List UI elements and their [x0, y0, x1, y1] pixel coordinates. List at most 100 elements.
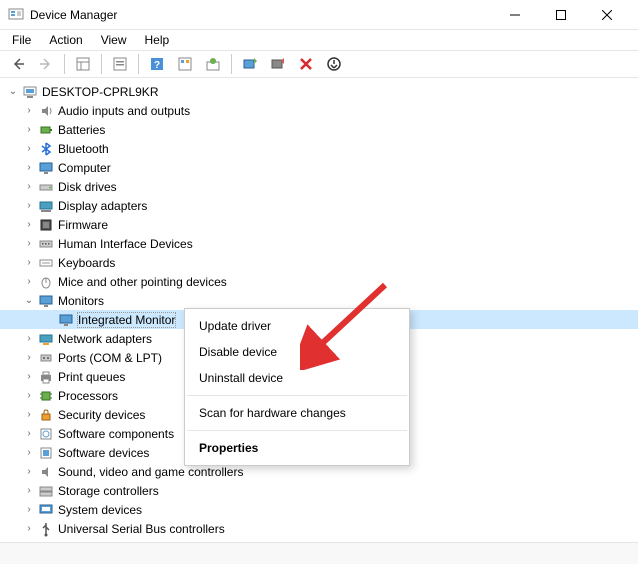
expand-icon[interactable]: ›: [22, 180, 36, 194]
expand-icon[interactable]: ›: [22, 446, 36, 460]
tree-label: Bluetooth: [58, 142, 109, 156]
help-button[interactable]: ?: [145, 52, 169, 76]
expand-icon[interactable]: ›: [22, 389, 36, 403]
tree-label: Monitors: [58, 294, 104, 308]
tree-firmware[interactable]: › Firmware: [0, 215, 638, 234]
mouse-icon: [38, 274, 54, 290]
ctx-separator: [187, 430, 407, 431]
window-controls: [492, 0, 630, 30]
collapse-icon[interactable]: ⌄: [22, 294, 36, 308]
expand-icon[interactable]: ›: [22, 522, 36, 536]
tree-label: Mice and other pointing devices: [58, 275, 227, 289]
tree-bluetooth[interactable]: › Bluetooth: [0, 139, 638, 158]
ctx-update-driver[interactable]: Update driver: [185, 313, 409, 339]
scan-button[interactable]: [173, 52, 197, 76]
expand-icon[interactable]: ›: [22, 465, 36, 479]
tree-label: Sound, video and game controllers: [58, 465, 243, 479]
update-driver-button[interactable]: [201, 52, 225, 76]
close-button[interactable]: [584, 0, 630, 30]
expand-icon[interactable]: ›: [22, 123, 36, 137]
ctx-scan-hardware[interactable]: Scan for hardware changes: [185, 400, 409, 426]
enable-device-button[interactable]: [238, 52, 262, 76]
audio-icon: [38, 103, 54, 119]
ctx-properties[interactable]: Properties: [185, 435, 409, 461]
tree-hid[interactable]: › Human Interface Devices: [0, 234, 638, 253]
tree-system[interactable]: › System devices: [0, 500, 638, 519]
toolbar-separator: [138, 54, 139, 74]
sound-icon: [38, 464, 54, 480]
tree-usbconn[interactable]: ›USB Connector Managers: [0, 538, 638, 540]
tree-label: Security devices: [58, 408, 145, 422]
tree-label: Human Interface Devices: [58, 237, 193, 251]
usb-connector-icon: [38, 540, 54, 541]
expand-icon[interactable]: ›: [22, 237, 36, 251]
uninstall-button[interactable]: [294, 52, 318, 76]
cpu-icon: [38, 388, 54, 404]
expand-icon[interactable]: ›: [22, 142, 36, 156]
tree-root[interactable]: ⌄ DESKTOP-CPRL9KR: [0, 82, 638, 101]
menu-action[interactable]: Action: [41, 31, 90, 49]
tree-audio[interactable]: ›Audio inputs and outputs: [0, 101, 638, 120]
scan-hardware-button[interactable]: [322, 52, 346, 76]
forward-button[interactable]: [34, 52, 58, 76]
expand-icon[interactable]: ›: [22, 427, 36, 441]
tree-mice[interactable]: › Mice and other pointing devices: [0, 272, 638, 291]
tree-label: Computer: [58, 161, 111, 175]
tree-keyboards[interactable]: › Keyboards: [0, 253, 638, 272]
menu-view[interactable]: View: [93, 31, 135, 49]
tree-storage[interactable]: ›Storage controllers: [0, 481, 638, 500]
tree-label: Software components: [58, 427, 174, 441]
expand-icon[interactable]: ›: [22, 370, 36, 384]
disable-device-button[interactable]: [266, 52, 290, 76]
titlebar: Device Manager: [0, 0, 638, 30]
bluetooth-icon: [38, 141, 54, 157]
context-menu: Update driver Disable device Uninstall d…: [184, 308, 410, 466]
ctx-disable-device[interactable]: Disable device: [185, 339, 409, 365]
menu-help[interactable]: Help: [137, 31, 178, 49]
expand-icon[interactable]: ›: [22, 256, 36, 270]
expand-icon[interactable]: ›: [22, 332, 36, 346]
expand-icon[interactable]: ›: [22, 484, 36, 498]
tree-computer[interactable]: › Computer: [0, 158, 638, 177]
back-button[interactable]: [6, 52, 30, 76]
maximize-button[interactable]: [538, 0, 584, 30]
tree-disk[interactable]: › Disk drives: [0, 177, 638, 196]
expand-icon[interactable]: ›: [22, 199, 36, 213]
statusbar: [0, 542, 638, 564]
display-adapter-icon: [38, 198, 54, 214]
expand-icon[interactable]: ›: [22, 275, 36, 289]
software-icon: [38, 426, 54, 442]
ctx-uninstall-device[interactable]: Uninstall device: [185, 365, 409, 391]
tree-label: Keyboards: [58, 256, 115, 270]
toolbar-separator: [101, 54, 102, 74]
tree-label: Firmware: [58, 218, 108, 232]
app-icon: [8, 7, 24, 23]
expand-icon: [42, 313, 56, 327]
collapse-icon[interactable]: ⌄: [6, 85, 20, 99]
tree-usb[interactable]: ›Universal Serial Bus controllers: [0, 519, 638, 538]
expand-icon[interactable]: ›: [22, 104, 36, 118]
tree-display[interactable]: ›Display adapters: [0, 196, 638, 215]
tree-label: Disk drives: [58, 180, 117, 194]
expand-icon[interactable]: ›: [22, 161, 36, 175]
toolbar-separator: [231, 54, 232, 74]
expand-icon[interactable]: ›: [22, 503, 36, 517]
expand-icon[interactable]: ›: [22, 408, 36, 422]
properties-button[interactable]: [108, 52, 132, 76]
tree-label: System devices: [58, 503, 142, 517]
tree-label: Processors: [58, 389, 118, 403]
minimize-button[interactable]: [492, 0, 538, 30]
menu-file[interactable]: File: [4, 31, 39, 49]
network-icon: [38, 331, 54, 347]
tree-batteries[interactable]: › Batteries: [0, 120, 638, 139]
battery-icon: [38, 122, 54, 138]
show-hide-tree-button[interactable]: [71, 52, 95, 76]
security-icon: [38, 407, 54, 423]
toolbar: ?: [0, 50, 638, 78]
storage-icon: [38, 483, 54, 499]
expand-icon[interactable]: ›: [22, 218, 36, 232]
tree-label: Print queues: [58, 370, 125, 384]
ports-icon: [38, 350, 54, 366]
expand-icon[interactable]: ›: [22, 351, 36, 365]
tree-label: Batteries: [58, 123, 105, 137]
